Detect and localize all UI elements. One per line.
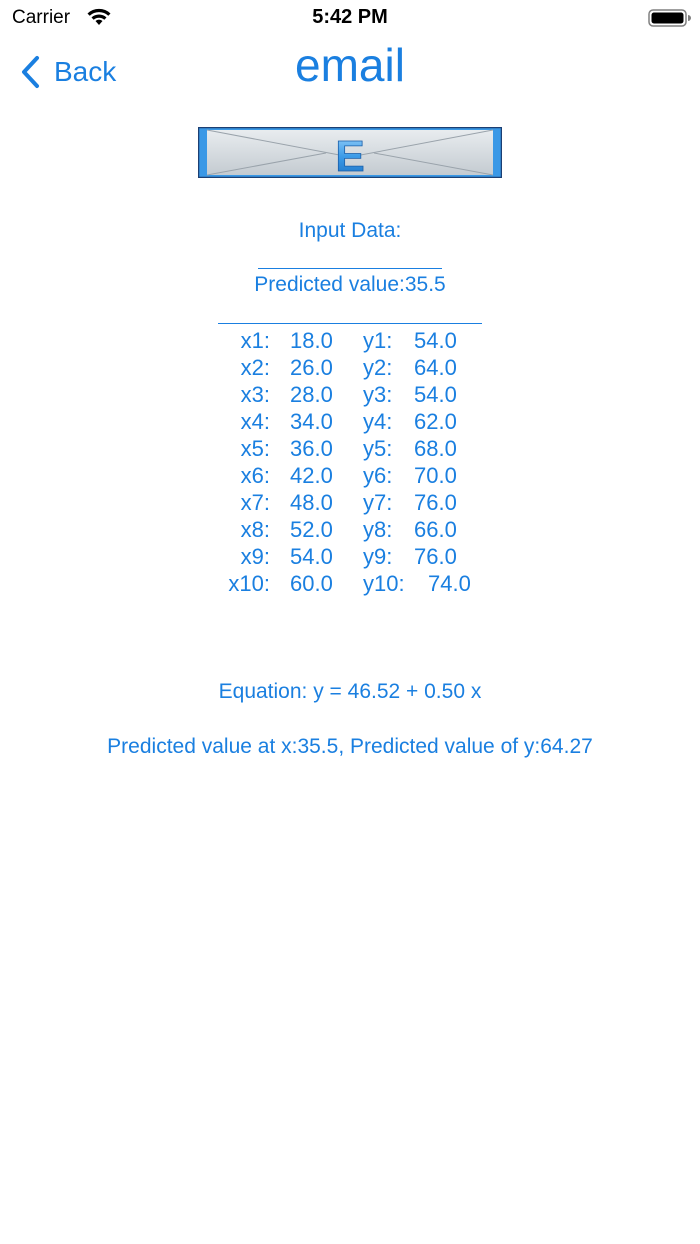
y-value: 66.0 bbox=[414, 517, 457, 542]
equation-label: Equation: y = 46.52 + 0.50 x bbox=[218, 680, 482, 703]
y-value: 68.0 bbox=[414, 436, 457, 461]
y-label: y7: bbox=[363, 490, 393, 515]
data-row: x6: 42.0 y6: 70.0 bbox=[218, 462, 488, 489]
x-value: 26.0 bbox=[290, 355, 333, 380]
x-value: 18.0 bbox=[290, 328, 333, 353]
data-row: x9: 54.0 y9: 76.0 bbox=[218, 543, 488, 570]
y-label: y2: bbox=[363, 355, 393, 380]
y-value: 64.0 bbox=[414, 355, 457, 380]
x-label: x9: bbox=[240, 544, 270, 569]
status-bar: Carrier 5:42 PM bbox=[0, 0, 700, 36]
input-data-underline bbox=[258, 268, 442, 269]
data-row: x7: 48.0 y7: 76.0 bbox=[218, 489, 488, 516]
x-value: 48.0 bbox=[290, 490, 333, 515]
x-label: x8: bbox=[240, 517, 270, 542]
y-label: y8: bbox=[363, 517, 393, 542]
prediction-result-label: Predicted value at x:35.5, Predicted val… bbox=[107, 735, 593, 758]
data-row: x4: 34.0 y4: 62.0 bbox=[218, 408, 488, 435]
status-time: 5:42 PM bbox=[312, 6, 388, 28]
data-table: x1: 18.0 y1: 54.0 x2: 26.0 y2: 64.0 x3: … bbox=[218, 327, 488, 597]
navigation-bar: Back email bbox=[0, 36, 700, 108]
y-label: y9: bbox=[363, 544, 393, 569]
data-row: x2: 26.0 y2: 64.0 bbox=[218, 354, 488, 381]
y-value: 76.0 bbox=[414, 490, 457, 515]
page-title: email bbox=[295, 39, 405, 91]
data-row: x3: 28.0 y3: 54.0 bbox=[218, 381, 488, 408]
x-label: x6: bbox=[240, 463, 270, 488]
data-row: x8: 52.0 y8: 66.0 bbox=[218, 516, 488, 543]
x-label: x3: bbox=[240, 382, 270, 407]
banner-letter: E bbox=[335, 132, 364, 178]
x-value: 28.0 bbox=[290, 382, 333, 407]
predicted-value-label: Predicted value:35.5 bbox=[254, 273, 446, 296]
y-value: 62.0 bbox=[414, 409, 457, 434]
y-value: 70.0 bbox=[414, 463, 457, 488]
y-label: y10: bbox=[363, 571, 405, 596]
y-value: 74.0 bbox=[428, 571, 471, 596]
x-value: 52.0 bbox=[290, 517, 333, 542]
x-value: 54.0 bbox=[290, 544, 333, 569]
email-envelope-banner: E bbox=[198, 127, 502, 178]
x-label: x7: bbox=[240, 490, 270, 515]
y-label: y1: bbox=[363, 328, 393, 353]
x-value: 60.0 bbox=[290, 571, 333, 596]
input-data-label: Input Data: bbox=[298, 219, 402, 242]
x-label: x4: bbox=[240, 409, 270, 434]
battery-icon bbox=[648, 9, 691, 27]
x-label: x5: bbox=[240, 436, 270, 461]
x-label: x1: bbox=[240, 328, 270, 353]
y-value: 76.0 bbox=[414, 544, 457, 569]
y-value: 54.0 bbox=[414, 382, 457, 407]
data-row: x5: 36.0 y5: 68.0 bbox=[218, 435, 488, 462]
y-label: y3: bbox=[363, 382, 393, 407]
y-label: y6: bbox=[363, 463, 393, 488]
predicted-value-underline bbox=[218, 323, 482, 324]
data-row: x10: 60.0 y10: 74.0 bbox=[218, 570, 488, 597]
x-value: 42.0 bbox=[290, 463, 333, 488]
x-value: 34.0 bbox=[290, 409, 333, 434]
y-label: y5: bbox=[363, 436, 393, 461]
x-label: x10: bbox=[228, 571, 270, 596]
y-label: y4: bbox=[363, 409, 393, 434]
data-row: x1: 18.0 y1: 54.0 bbox=[218, 327, 488, 354]
x-value: 36.0 bbox=[290, 436, 333, 461]
x-label: x2: bbox=[240, 355, 270, 380]
y-value: 54.0 bbox=[414, 328, 457, 353]
